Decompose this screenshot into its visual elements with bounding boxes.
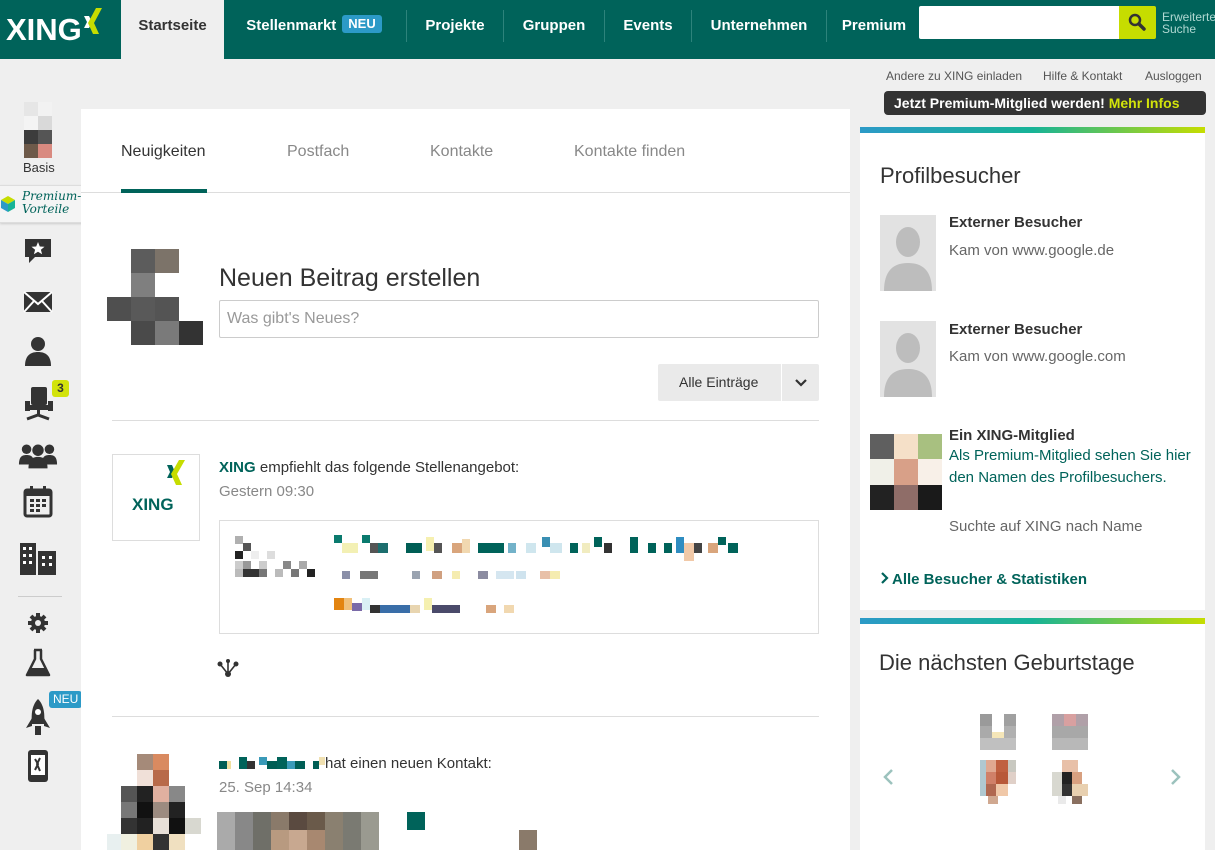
contact-avatar[interactable] <box>107 754 203 850</box>
membership-label: Basis <box>23 160 55 175</box>
all-visitors-link[interactable]: Alle Besucher & Statistiken <box>892 571 1087 588</box>
flask-icon[interactable] <box>18 645 58 681</box>
gear-icon[interactable] <box>18 605 58 641</box>
advanced-search-line-2: Suche <box>1162 22 1197 36</box>
visitor-name: Ein XING-Mitglied <box>949 427 1075 444</box>
contact-name-pixelated[interactable] <box>219 757 325 769</box>
birthday-avatar-pixelated[interactable] <box>1052 714 1090 806</box>
jobs-count-badge: 3 <box>52 380 69 397</box>
buildings-icon[interactable] <box>18 540 58 576</box>
feed-action-text: empfiehlt das folgende Stellenangebot: <box>255 459 520 476</box>
invite-link[interactable]: Andere zu XING einladen <box>886 69 1022 83</box>
profile-visitors-title: Profilbesucher <box>880 163 1021 188</box>
premium-upsell-link[interactable]: Als Premium-Mitglied sehen Sie hier den … <box>949 445 1194 488</box>
nav-stellenmarkt[interactable]: Stellenmarkt NEU <box>234 0 394 52</box>
star-bubble-icon[interactable] <box>18 233 58 269</box>
envelope-icon[interactable] <box>18 284 58 320</box>
job-offer-card[interactable] <box>219 520 819 634</box>
nav-unternehmen[interactable]: Unternehmen <box>692 0 826 52</box>
feed-actor-link[interactable]: XING <box>219 459 256 476</box>
help-link[interactable]: Hilfe & Kontakt <box>1043 69 1122 83</box>
visitor-detail: Kam von www.google.de <box>949 242 1115 259</box>
top-navigation: XING Startseite Stellenmarkt NEU Projekte… <box>0 0 1215 59</box>
composer-title: Neuen Beitrag erstellen <box>219 264 481 292</box>
user-avatar[interactable] <box>24 102 52 158</box>
profile-visitors-card: Profilbesucher Externer Besucher Kam von… <box>860 127 1205 610</box>
visitor-name: Externer Besucher <box>949 321 1083 338</box>
tab-neuigkeiten[interactable]: Neuigkeiten <box>121 143 206 161</box>
feed-item-text: hat einen neuen Kontakt: <box>219 755 492 772</box>
visitor-detail: Kam von www.google.com <box>949 348 1126 365</box>
tab-kontakte[interactable]: Kontakte <box>430 143 493 161</box>
feed-divider <box>112 420 819 421</box>
chevron-right-icon <box>881 572 889 584</box>
mobile-phone-icon[interactable] <box>18 748 58 784</box>
visitor-detail: Suchte auf XING nach Name <box>949 518 1143 535</box>
search-button[interactable] <box>1119 6 1156 39</box>
magnifier-icon <box>1128 13 1146 31</box>
chevron-right-icon[interactable] <box>1168 768 1182 786</box>
premium-banner[interactable]: Jetzt Premium-Mitglied werden! Mehr Info… <box>884 91 1206 115</box>
logo-text: XING <box>6 12 82 47</box>
group-icon[interactable] <box>18 437 58 473</box>
birthdays-title: Die nächsten Geburtstage <box>879 650 1135 675</box>
nav-projekte[interactable]: Projekte <box>407 0 503 52</box>
xing-company-logo[interactable]: XING <box>112 454 200 541</box>
nav-gruppen[interactable]: Gruppen <box>504 0 604 52</box>
person-icon[interactable] <box>18 333 58 369</box>
birthday-avatar-pixelated[interactable] <box>980 714 1018 806</box>
sidebar-divider <box>18 596 62 597</box>
xing-logo-text: XING <box>132 495 174 514</box>
birthdays-card: Die nächsten Geburtstage <box>860 618 1205 850</box>
nav-stellenmarkt-label: Stellenmarkt <box>246 17 337 34</box>
main-content-card: Neuigkeiten Postfach Kontakte Kontakte f… <box>81 109 850 850</box>
new-contact-preview-pixelated[interactable] <box>217 812 542 850</box>
feed-timestamp: 25. Sep 14:34 <box>219 779 313 796</box>
feed-action-text: hat einen neuen Kontakt: <box>325 755 492 772</box>
tab-postfach[interactable]: Postfach <box>287 143 349 161</box>
cube-icon <box>1 196 15 212</box>
xing-x-icon <box>84 8 102 34</box>
premium-benefits-label: Premium- Vorteile <box>22 190 81 216</box>
new-badge: NEU <box>342 15 382 33</box>
feed-filter-dropdown[interactable]: Alle Einträge <box>658 364 819 401</box>
feed-item-text: XING empfiehlt das folgende Stellenangeb… <box>219 459 519 476</box>
chevron-left-icon[interactable] <box>882 768 896 786</box>
card-accent-stripe <box>860 618 1205 624</box>
logout-link[interactable]: Ausloggen <box>1145 69 1202 83</box>
filter-divider <box>781 364 782 401</box>
feed-divider <box>112 716 819 717</box>
calendar-icon[interactable] <box>18 484 58 520</box>
premium-benefits-button[interactable]: Premium- Vorteile <box>0 185 86 223</box>
nav-premium[interactable]: Premium <box>827 0 921 52</box>
anonymous-avatar <box>880 321 936 397</box>
member-avatar-pixelated <box>870 434 942 510</box>
premium-label-line-2: Vorteile <box>22 202 70 216</box>
job-offer-content-pixelated <box>235 535 738 613</box>
composer-avatar <box>107 249 203 345</box>
anonymous-avatar <box>880 215 936 291</box>
card-accent-stripe <box>860 127 1205 133</box>
new-feature-badge: NEU <box>49 691 83 708</box>
post-input[interactable] <box>219 300 819 338</box>
nav-events[interactable]: Events <box>605 0 691 52</box>
premium-banner-text: Jetzt Premium-Mitglied werden! <box>894 95 1109 111</box>
xing-logo[interactable]: XING <box>6 8 106 50</box>
tab-kontakte-finden[interactable]: Kontakte finden <box>574 143 685 161</box>
search-input[interactable] <box>919 6 1119 39</box>
chevron-down-icon <box>795 379 807 387</box>
feed-filter-label: Alle Einträge <box>679 374 759 390</box>
premium-more-link[interactable]: Mehr Infos <box>1109 95 1180 111</box>
share-icon[interactable] <box>217 658 239 678</box>
nav-startseite[interactable]: Startseite <box>121 0 224 59</box>
active-tab-indicator <box>121 189 207 193</box>
feed-timestamp: Gestern 09:30 <box>219 483 315 500</box>
advanced-search-link[interactable]: Erweiterte Suche <box>1162 11 1215 35</box>
visitor-name: Externer Besucher <box>949 214 1083 231</box>
